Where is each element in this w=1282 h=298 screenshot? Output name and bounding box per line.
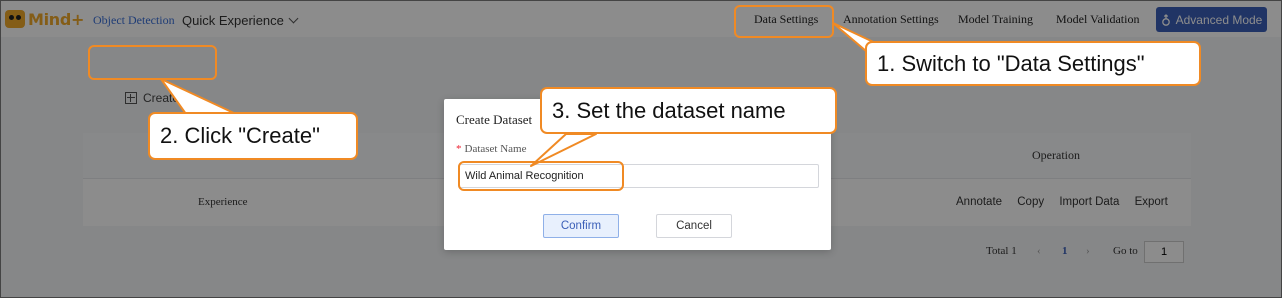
callout-step1: 1. Switch to "Data Settings" (865, 41, 1201, 86)
arrow-step2 (160, 78, 237, 115)
screenshot-frame: Mind+ Object Detection Quick Experience … (0, 0, 1282, 298)
callout-step2: 2. Click "Create" (148, 112, 358, 160)
callout-step3: 3. Set the dataset name (540, 87, 837, 134)
highlight-dataset-name (458, 161, 624, 191)
highlight-create-button (88, 45, 217, 80)
highlight-data-settings (734, 5, 834, 38)
